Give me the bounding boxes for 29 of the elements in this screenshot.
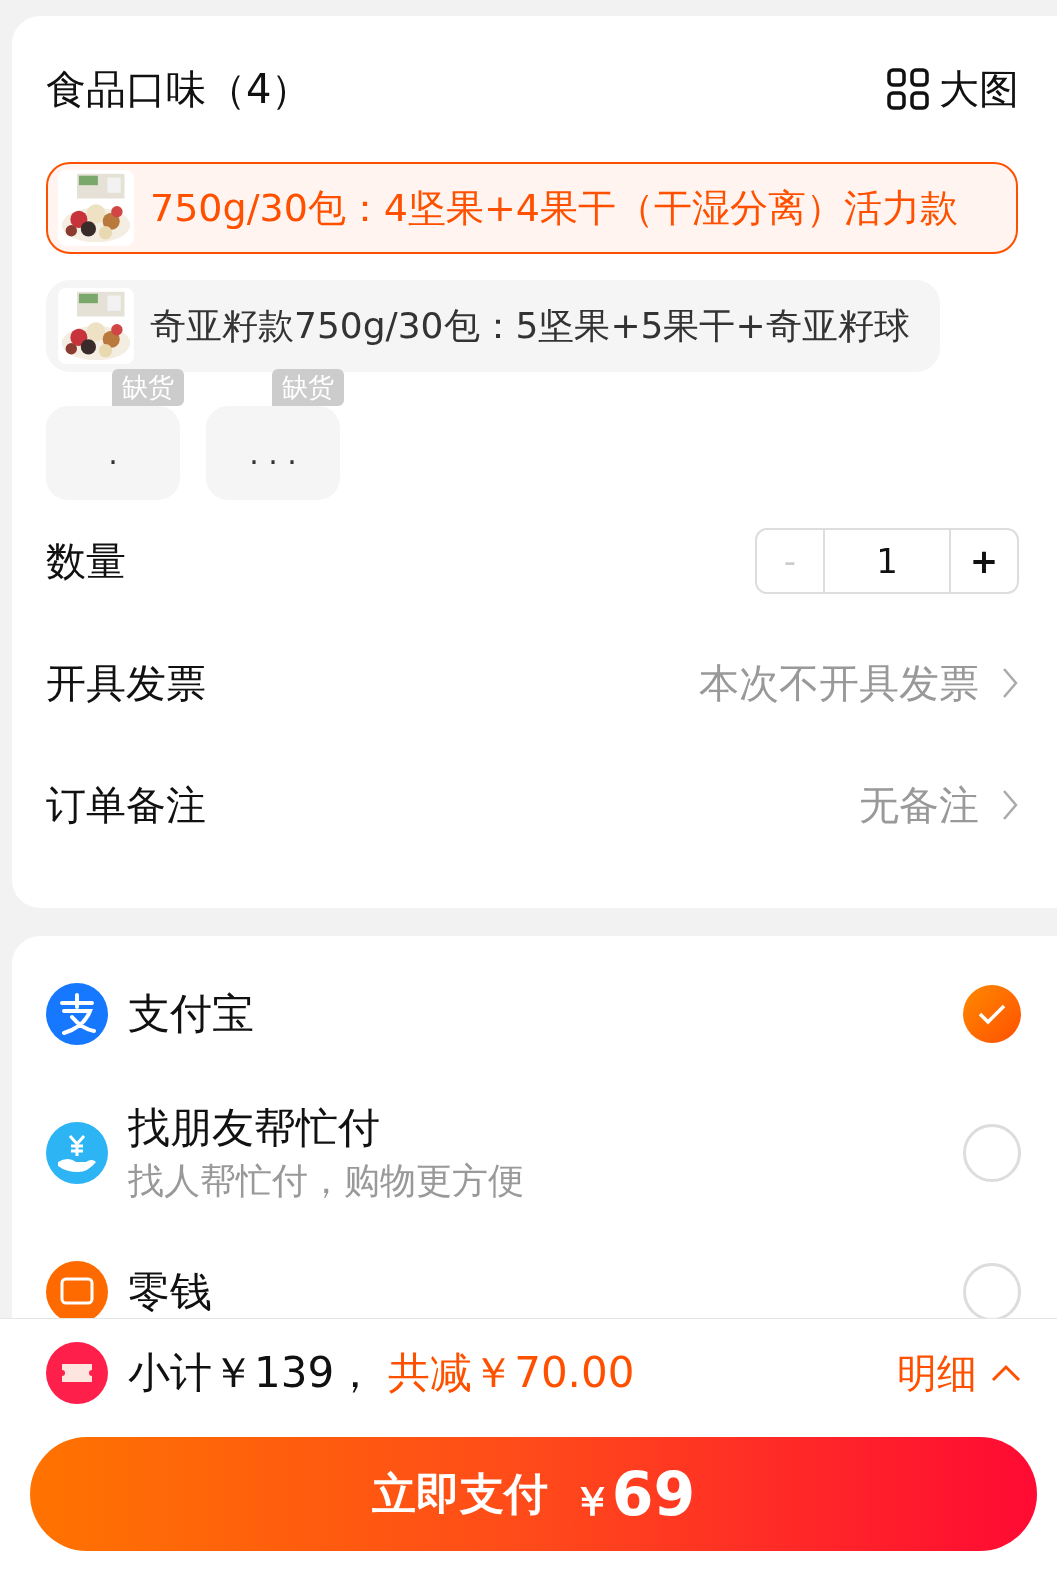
ticket-icon (46, 1342, 108, 1404)
row-label: 开具发票 (46, 658, 206, 708)
quantity-value[interactable]: 1 (825, 530, 951, 592)
quantity-label: 数量 (46, 536, 126, 586)
flavor-option[interactable]: . (46, 406, 180, 500)
payment-name: 零钱 (128, 1267, 213, 1317)
flavor-label: 750g/30包：4坚果+4果干（干湿分离）活力款 (150, 184, 958, 232)
row-label: 订单备注 (46, 780, 206, 830)
increase-button[interactable]: + (951, 530, 1017, 592)
discount-text: 共减￥70.00 (388, 1347, 636, 1399)
check-icon (977, 1003, 1007, 1025)
payment-app-icon (46, 983, 108, 1045)
section-title: 食品口味（4） (46, 64, 312, 114)
chevron-right-icon (1001, 788, 1019, 822)
grid-icon (887, 68, 929, 110)
radio-button[interactable] (963, 1124, 1021, 1182)
hand-coin-icon (46, 1122, 108, 1184)
large-view-toggle[interactable]: 大图 (887, 61, 1019, 117)
payment-hint: 找人帮忙付，购物更方便 (128, 1158, 525, 1202)
chevron-right-icon (1001, 666, 1019, 700)
pay-button[interactable]: 立即支付 ￥69 (30, 1437, 1037, 1551)
radio-button[interactable] (963, 985, 1021, 1043)
payment-name: 支付宝 (128, 989, 255, 1039)
flavor-label: 奇亚籽款750g/30包：5坚果+5果干+奇亚籽球 (150, 303, 910, 348)
flavor-option[interactable]: . . . (206, 406, 340, 500)
payment-name: 找朋友帮忙付 (128, 1104, 381, 1153)
flavor-option[interactable]: 奇亚籽款750g/30包：5坚果+5果干+奇亚籽球 (46, 280, 940, 372)
subtotal-text: 小计￥139， (128, 1347, 377, 1399)
caret-up-icon (991, 1364, 1021, 1382)
